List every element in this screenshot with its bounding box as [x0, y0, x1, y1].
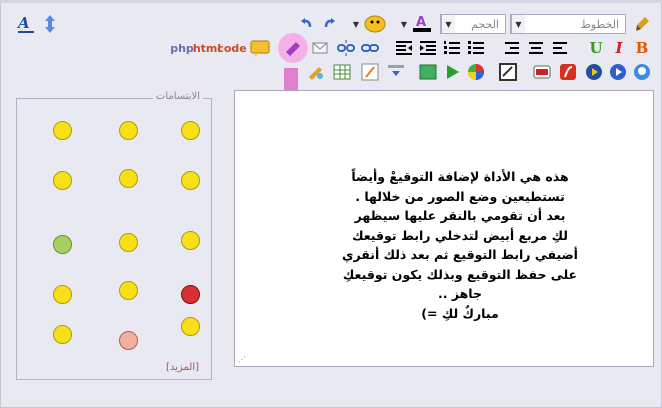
underline-button[interactable]: U: [586, 38, 606, 58]
smiley-pig[interactable]: [111, 325, 145, 355]
color-wheel-icon[interactable]: [466, 62, 486, 82]
svg-text:A: A: [416, 15, 426, 30]
media-player-icon[interactable]: [608, 62, 628, 82]
php-button[interactable]: php: [170, 38, 194, 58]
smilies-title: الابتسامات: [152, 91, 203, 102]
smiley-dancing[interactable]: [45, 115, 79, 145]
smiley-in-love[interactable]: [111, 275, 145, 305]
undo-icon[interactable]: [296, 14, 316, 34]
chevron-down-icon: ▼: [441, 15, 455, 33]
smiley-angry[interactable]: [173, 311, 207, 341]
flash-icon[interactable]: [558, 62, 578, 82]
smiley-party[interactable]: [111, 227, 145, 257]
code-button[interactable]: code: [217, 38, 246, 58]
emoticon-dropdown[interactable]: ▼: [350, 14, 362, 34]
html-button[interactable]: html: [193, 38, 221, 58]
email-icon[interactable]: [310, 38, 330, 58]
link-icon[interactable]: [360, 38, 380, 58]
paintbrush-icon[interactable]: [632, 14, 652, 34]
message-editor[interactable]: هذه هي الأداة لإضافة التوقيعْ وأيضاً تست…: [234, 90, 654, 367]
smiley-glasses[interactable]: [111, 115, 145, 145]
resize-grip-icon[interactable]: ⋰: [238, 355, 246, 364]
smiley-laughing[interactable]: [111, 163, 145, 193]
unlink-icon[interactable]: [336, 38, 356, 58]
smilies-panel: الابتسامات [المزيد]: [16, 91, 212, 380]
top-border: [0, 0, 662, 3]
more-smilies-link[interactable]: [المزيد]: [166, 362, 199, 373]
insert-table-icon[interactable]: [332, 62, 352, 82]
italic-button[interactable]: I: [609, 38, 629, 58]
font-size-icon[interactable]: A: [16, 14, 36, 34]
smiley-devil[interactable]: [173, 279, 207, 309]
redo-icon[interactable]: [320, 14, 340, 34]
horizontal-rule-icon[interactable]: [386, 62, 406, 82]
smiley-thinking[interactable]: [173, 225, 207, 255]
image-frame-icon[interactable]: [498, 62, 518, 82]
bold-button[interactable]: B: [632, 38, 652, 58]
smiley-waving[interactable]: [45, 165, 79, 195]
play-icon[interactable]: [442, 62, 462, 82]
messenger-icon[interactable]: [632, 62, 652, 82]
quote-icon[interactable]: [250, 38, 270, 58]
align-center-icon[interactable]: [526, 38, 546, 58]
align-right-icon[interactable]: [502, 38, 522, 58]
font-a-label: A: [16, 14, 30, 32]
font-color-dropdown[interactable]: ▼: [398, 14, 410, 34]
align-left-icon[interactable]: [550, 38, 570, 58]
message-text: هذه هي الأداة لإضافة التوقيعْ وأيضاً تست…: [342, 169, 578, 321]
bullet-list-icon[interactable]: [466, 38, 486, 58]
outdent-icon[interactable]: [418, 38, 438, 58]
resize-vertical-icon[interactable]: [40, 14, 60, 34]
smiley-sick[interactable]: [45, 229, 79, 259]
real-player-icon[interactable]: [584, 62, 604, 82]
emoticon-icon[interactable]: [362, 14, 388, 34]
smiley-nerd[interactable]: [173, 115, 207, 145]
table-green-icon[interactable]: [418, 62, 438, 82]
smiley-cool[interactable]: [173, 165, 207, 195]
indent-icon[interactable]: [394, 38, 414, 58]
size-select[interactable]: ▼ الحجم: [440, 14, 506, 34]
chevron-down-icon: ▼: [511, 15, 525, 33]
smiley-clapping[interactable]: [45, 279, 79, 309]
youtube-icon[interactable]: [532, 62, 552, 82]
smiley-sleeping[interactable]: [45, 319, 79, 349]
font-select[interactable]: ▼ الخطوط: [510, 14, 626, 34]
font-color-icon[interactable]: A: [410, 13, 434, 33]
palette-icon[interactable]: [306, 62, 326, 82]
signature-icon[interactable]: [283, 38, 303, 58]
edit-pencil-icon[interactable]: [360, 62, 380, 82]
numbered-list-icon[interactable]: [442, 38, 462, 58]
